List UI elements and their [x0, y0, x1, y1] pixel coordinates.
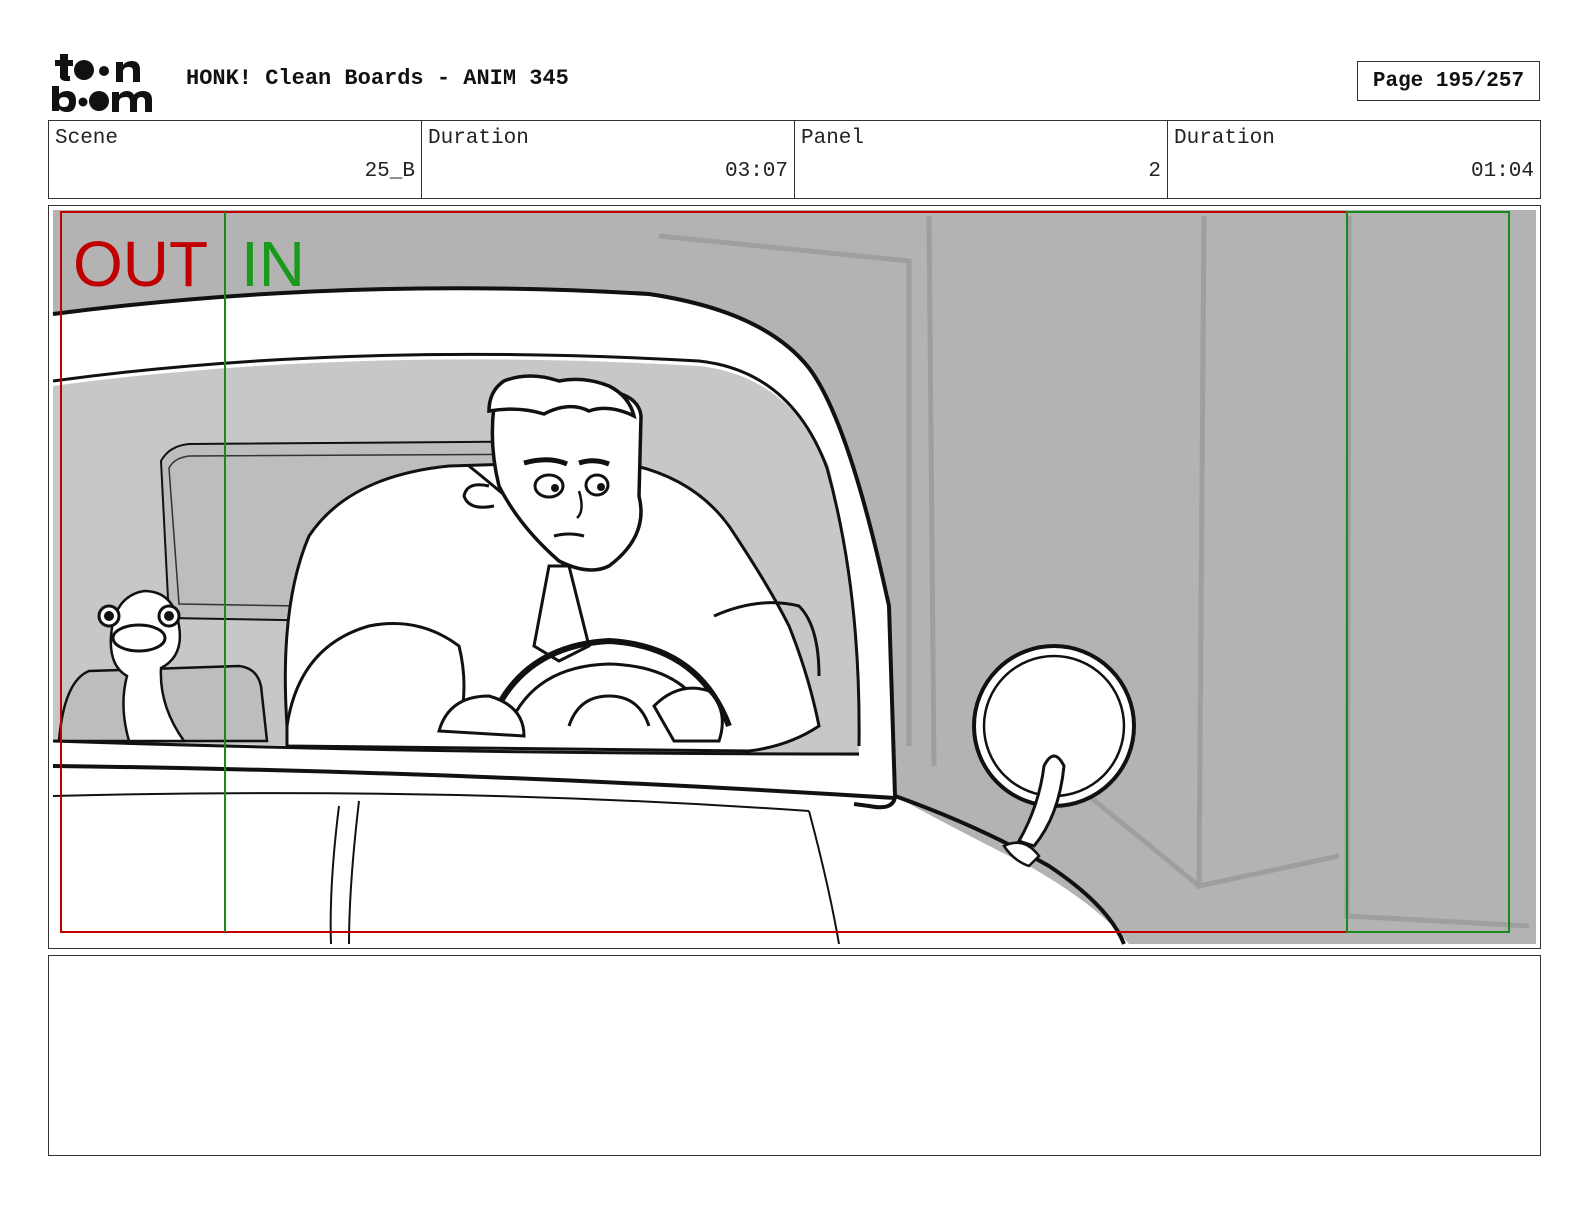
toonboom-logo [52, 54, 152, 112]
panel-notes-box[interactable] [48, 955, 1541, 1156]
panel-value: 2 [1148, 160, 1161, 183]
scene-duration-label: Duration [428, 127, 529, 150]
camera-out-label: OUT [73, 228, 209, 300]
scene-cell: Scene 25_B [49, 121, 421, 198]
camera-in-label: IN [241, 228, 305, 300]
storyboard-panel: OUT IN [48, 205, 1541, 949]
page-indicator: Page 195/257 [1357, 61, 1540, 101]
document-title: HONK! Clean Boards - ANIM 345 [186, 66, 569, 91]
panel-duration-value: 01:04 [1470, 160, 1534, 183]
panel-duration-cell: Duration 01:04 [1167, 121, 1540, 198]
scene-label: Scene [55, 127, 119, 150]
scene-value: 25_B [364, 160, 415, 183]
panel-duration-label: Duration [1174, 127, 1275, 150]
scene-duration-value: 03:07 [724, 160, 788, 183]
panel-cell: Panel 2 [794, 121, 1167, 198]
panel-drawing [52, 210, 1536, 945]
scene-info-table: Scene 25_B Duration 03:07 Panel 2 Durati… [48, 120, 1541, 199]
scene-duration-cell: Duration 03:07 [421, 121, 794, 198]
panel-label: Panel [801, 127, 865, 150]
